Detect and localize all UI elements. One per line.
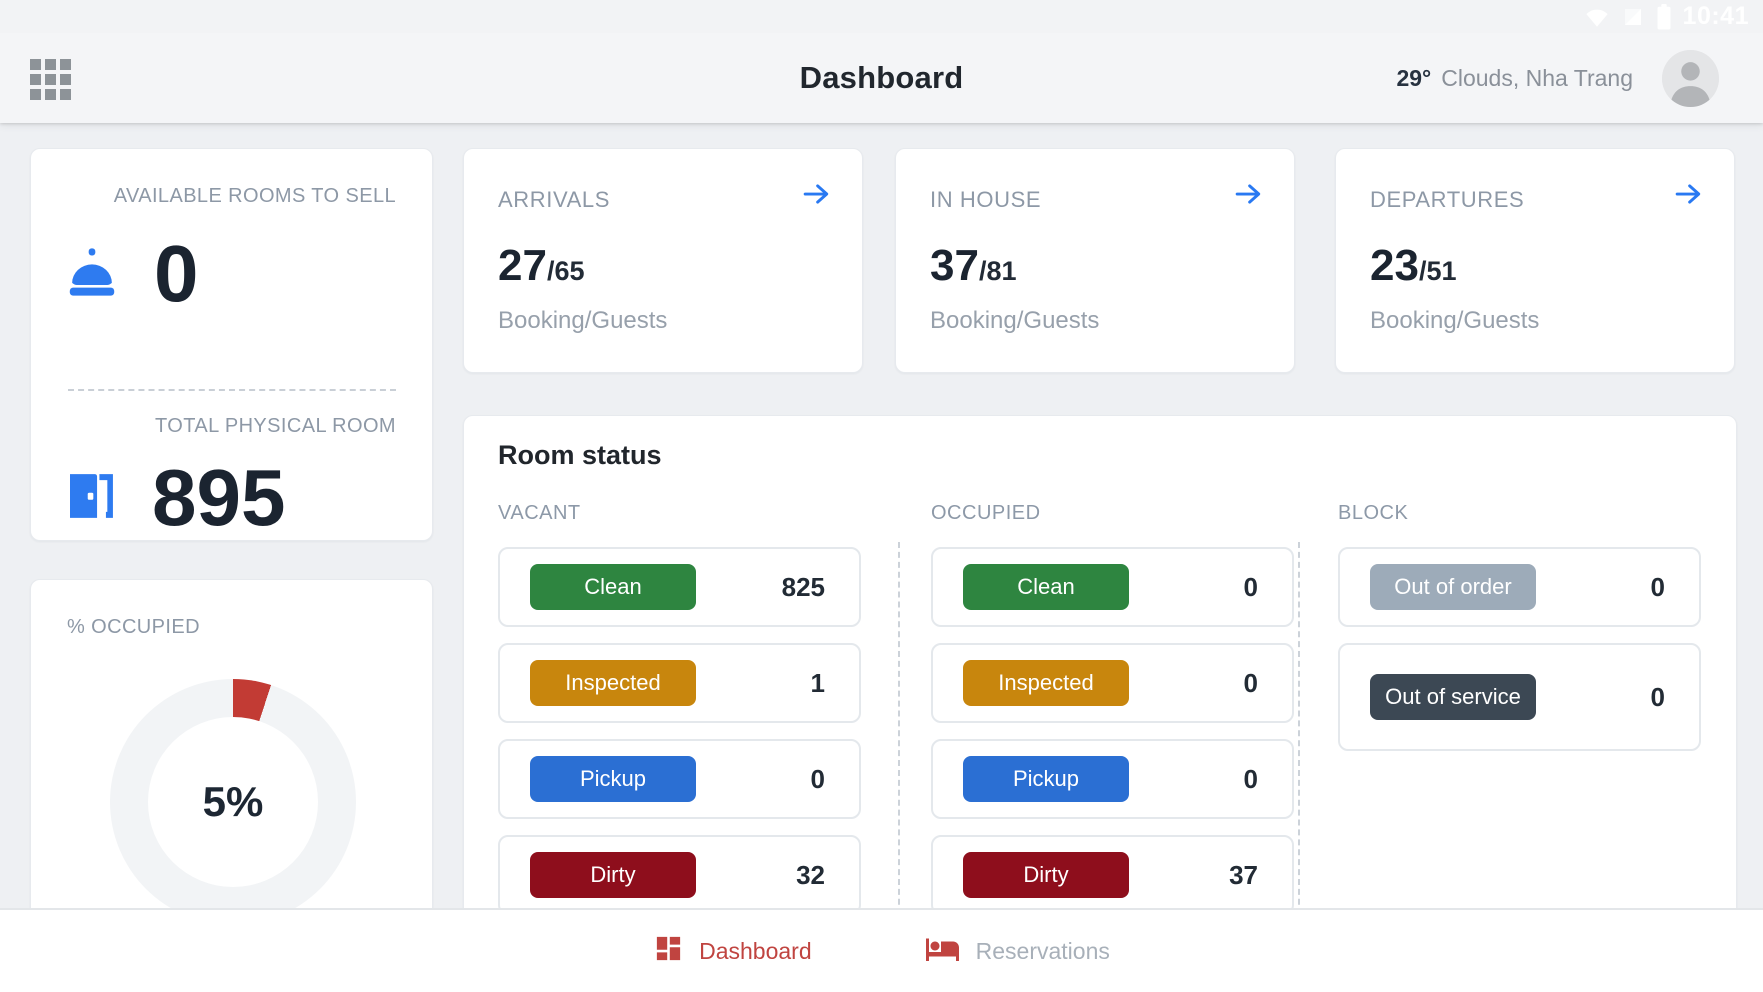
occupied-percent-label: % OCCUPIED bbox=[67, 616, 200, 639]
total-physical-room-value: 895 bbox=[152, 458, 285, 538]
status-pill: Clean bbox=[963, 564, 1129, 610]
clock-time: 10:41 bbox=[1683, 2, 1749, 31]
status-row-out-of-order[interactable]: Out of order 0 bbox=[1338, 547, 1701, 627]
status-row-pickup[interactable]: Pickup 0 bbox=[498, 739, 861, 819]
wifi-icon bbox=[1584, 6, 1610, 28]
status-count: 0 bbox=[811, 764, 825, 795]
stat-card-counts: 23/51 bbox=[1370, 241, 1457, 291]
stat-card-in-house[interactable]: IN HOUSE 37/81 Booking/Guests bbox=[895, 148, 1295, 373]
status-pill: Dirty bbox=[530, 852, 696, 898]
status-pill: Pickup bbox=[530, 756, 696, 802]
total-physical-room-label: TOTAL PHYSICAL ROOM bbox=[31, 415, 432, 438]
stat-card-caption: Booking/Guests bbox=[498, 307, 667, 335]
room-status-card: Room status VACANT Clean 825 Inspected 1 Pick… bbox=[463, 415, 1737, 992]
user-avatar[interactable] bbox=[1662, 50, 1719, 107]
weather-description: Clouds, Nha Trang bbox=[1441, 65, 1633, 92]
status-count: 37 bbox=[1229, 860, 1258, 891]
status-row-inspected[interactable]: Inspected 1 bbox=[498, 643, 861, 723]
bottom-navigation: Dashboard Reservations bbox=[0, 908, 1763, 992]
status-row-clean[interactable]: Clean 825 bbox=[498, 547, 861, 627]
stat-card-counts: 37/81 bbox=[930, 241, 1017, 291]
stat-card-label: ARRIVALS bbox=[498, 187, 610, 213]
occupancy-donut-chart: 5% bbox=[110, 679, 356, 925]
stat-card-label: IN HOUSE bbox=[930, 187, 1041, 213]
battery-icon bbox=[1656, 4, 1672, 30]
stat-card-departures[interactable]: DEPARTURES 23/51 Booking/Guests bbox=[1335, 148, 1735, 373]
arrow-right-icon[interactable] bbox=[1674, 181, 1704, 212]
status-count: 0 bbox=[1244, 572, 1258, 603]
door-icon bbox=[63, 468, 119, 529]
nav-item-reservations[interactable]: Reservations bbox=[924, 934, 1110, 969]
stat-card-counts: 27/65 bbox=[498, 241, 585, 291]
status-count: 0 bbox=[1651, 572, 1665, 603]
stat-card-label: DEPARTURES bbox=[1370, 187, 1524, 213]
bed-icon bbox=[924, 934, 961, 969]
status-row-pickup[interactable]: Pickup 0 bbox=[931, 739, 1294, 819]
room-status-column-label: VACANT bbox=[498, 502, 861, 525]
room-status-column-occupied: OCCUPIED Clean 0 Inspected 0 Pickup 0 Dirty 37 bbox=[931, 502, 1294, 931]
dashboard-icon bbox=[653, 933, 684, 969]
status-row-dirty[interactable]: Dirty 32 bbox=[498, 835, 861, 915]
room-status-column-block: BLOCK Out of order 0 Out of service 0 bbox=[1338, 502, 1701, 767]
available-rooms-value: 0 bbox=[154, 234, 199, 314]
dashed-divider bbox=[68, 389, 396, 391]
status-count: 0 bbox=[1651, 682, 1665, 713]
status-pill: Inspected bbox=[963, 660, 1129, 706]
status-pill: Pickup bbox=[963, 756, 1129, 802]
room-status-column-label: OCCUPIED bbox=[931, 502, 1294, 525]
stat-card-caption: Booking/Guests bbox=[1370, 307, 1539, 335]
stat-card-caption: Booking/Guests bbox=[930, 307, 1099, 335]
status-pill: Out of order bbox=[1370, 564, 1536, 610]
available-rooms-label: AVAILABLE ROOMS TO SELL bbox=[31, 185, 432, 208]
status-count: 1 bbox=[811, 668, 825, 699]
stat-card-arrivals[interactable]: ARRIVALS 27/65 Booking/Guests bbox=[463, 148, 863, 373]
status-row-inspected[interactable]: Inspected 0 bbox=[931, 643, 1294, 723]
status-count: 825 bbox=[782, 572, 825, 603]
status-pill: Inspected bbox=[530, 660, 696, 706]
stat-card-total: /81 bbox=[979, 256, 1017, 287]
room-status-title: Room status bbox=[498, 440, 662, 471]
main-content: AVAILABLE ROOMS TO SELL 0 TOTAL PHYSICAL… bbox=[0, 123, 1763, 992]
weather-temperature: 29° bbox=[1396, 65, 1431, 92]
stat-card-count: 23 bbox=[1370, 241, 1419, 291]
status-pill: Dirty bbox=[963, 852, 1129, 898]
stat-card-total: /51 bbox=[1419, 256, 1457, 287]
status-count: 0 bbox=[1244, 668, 1258, 699]
stat-card-total: /65 bbox=[547, 256, 585, 287]
status-pill: Out of service bbox=[1370, 674, 1536, 720]
stat-card-count: 27 bbox=[498, 241, 547, 291]
status-count: 32 bbox=[796, 860, 825, 891]
cell-signal-off-icon bbox=[1621, 5, 1645, 29]
app-header: Dashboard 29° Clouds, Nha Trang bbox=[0, 33, 1763, 123]
bell-icon bbox=[63, 246, 121, 303]
arrow-right-icon[interactable] bbox=[802, 181, 832, 212]
app-screen: 10:41 Dashboard 29° Clouds, Nha Trang AV… bbox=[0, 0, 1763, 992]
arrow-right-icon[interactable] bbox=[1234, 181, 1264, 212]
nav-item-label: Dashboard bbox=[699, 938, 812, 965]
weather-widget: 29° Clouds, Nha Trang bbox=[1396, 33, 1633, 123]
status-pill: Clean bbox=[530, 564, 696, 610]
occupancy-percent-value: 5% bbox=[203, 778, 264, 826]
status-row-out-of-service[interactable]: Out of service 0 bbox=[1338, 643, 1701, 751]
stat-card-count: 37 bbox=[930, 241, 979, 291]
status-count: 0 bbox=[1244, 764, 1258, 795]
nav-item-dashboard[interactable]: Dashboard bbox=[653, 933, 812, 969]
status-row-dirty[interactable]: Dirty 37 bbox=[931, 835, 1294, 915]
room-status-column-vacant: VACANT Clean 825 Inspected 1 Pickup 0 Dirty 32 bbox=[498, 502, 861, 931]
status-row-clean[interactable]: Clean 0 bbox=[931, 547, 1294, 627]
rooms-inventory-card: AVAILABLE ROOMS TO SELL 0 TOTAL PHYSICAL… bbox=[30, 148, 433, 541]
android-status-bar: 10:41 bbox=[0, 0, 1763, 33]
nav-item-label: Reservations bbox=[976, 938, 1110, 965]
room-status-column-label: BLOCK bbox=[1338, 502, 1701, 525]
